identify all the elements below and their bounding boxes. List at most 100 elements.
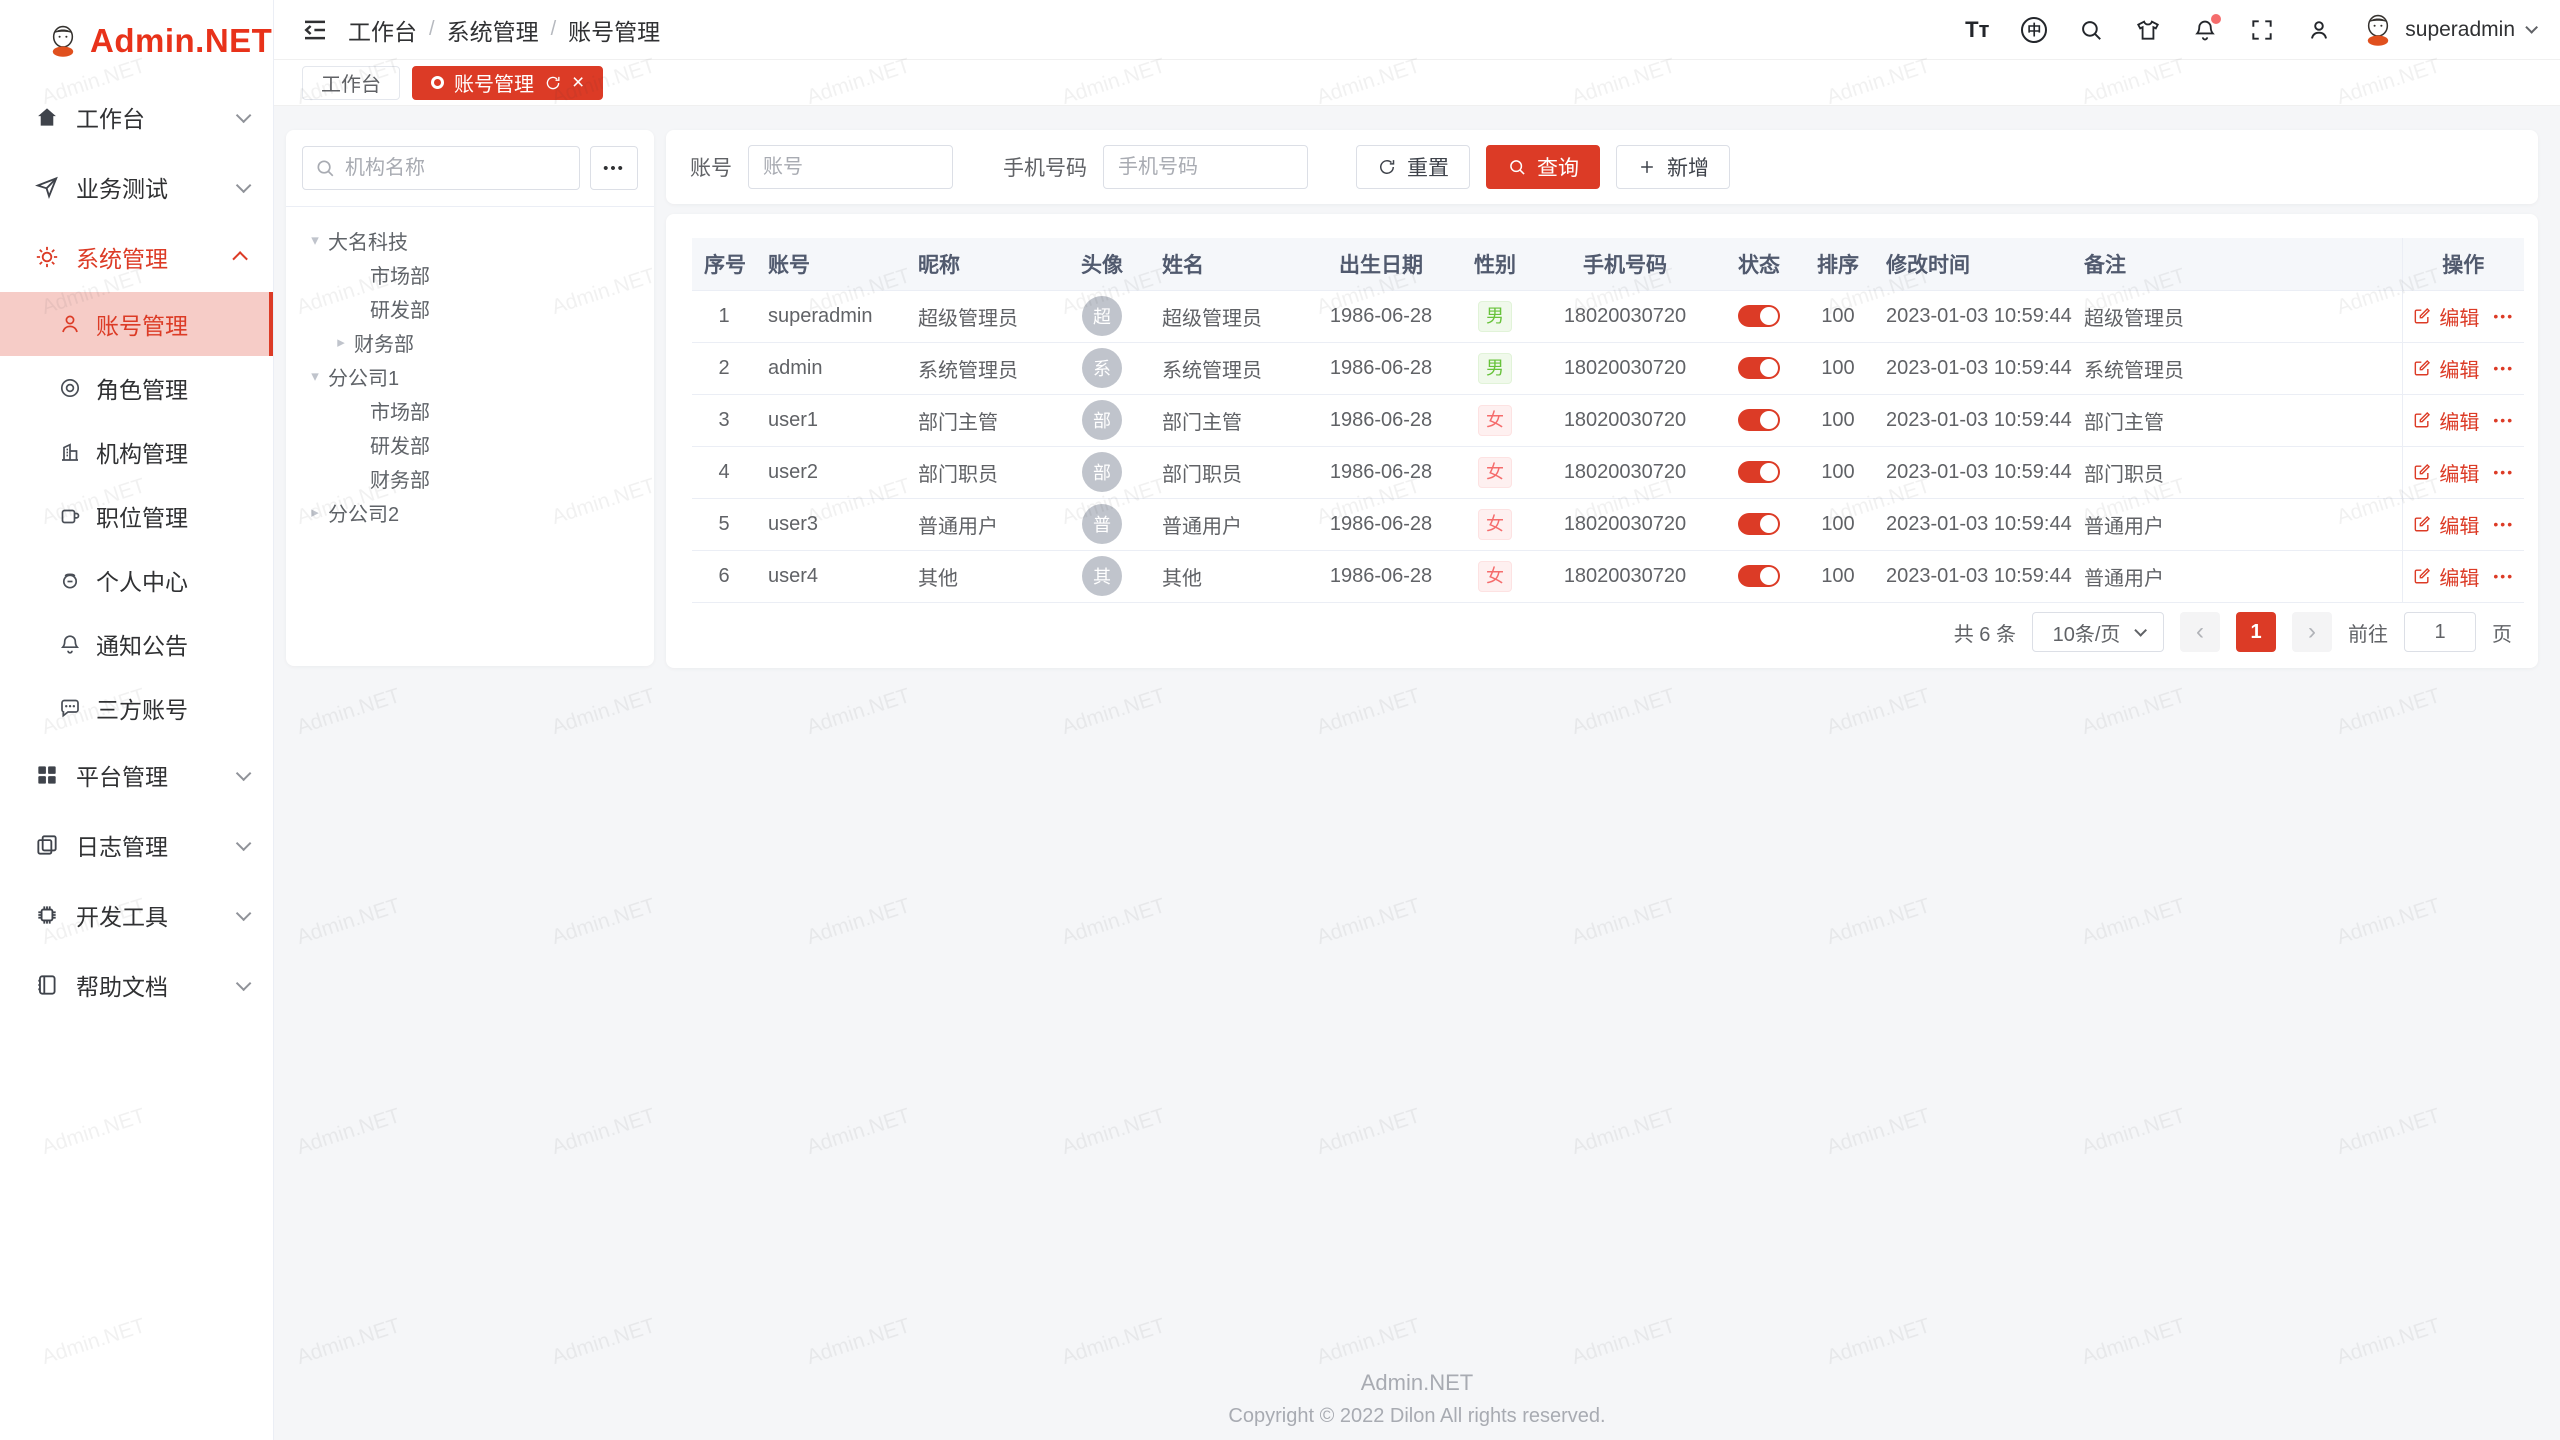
status-toggle[interactable] (1738, 513, 1780, 535)
tab-account-mgmt[interactable]: 账号管理 × (412, 66, 603, 100)
sidebar-item-notice[interactable]: 通知公告 (0, 612, 273, 676)
status-toggle[interactable] (1738, 409, 1780, 431)
col-gender: 性别 (1456, 238, 1534, 290)
fullscreen-icon[interactable] (2247, 15, 2277, 45)
account-input[interactable] (748, 145, 953, 189)
tree-node[interactable]: 研发部 (302, 291, 638, 325)
table-header-row: 序号 账号 昵称 头像 姓名 出生日期 性别 手机号码 状态 排序 修改时间 (692, 238, 2524, 290)
col-phone: 手机号码 (1534, 238, 1716, 290)
tree-node[interactable]: 财务部 (302, 461, 638, 495)
sidebar-item-log-mgmt[interactable]: 日志管理 (0, 810, 273, 880)
tab-workbench[interactable]: 工作台 (302, 66, 400, 100)
col-status: 状态 (1716, 238, 1802, 290)
tree-node[interactable]: 市场部 (302, 257, 638, 291)
sidebar-item-role-mgmt[interactable]: 角色管理 (0, 356, 273, 420)
query-button[interactable]: 查询 (1486, 145, 1600, 189)
tree-node[interactable]: ▾分公司1 (302, 359, 638, 393)
table-row: 3 user1 部门主管 部 部门主管 1986-06-28 女 1802003… (692, 394, 2524, 446)
avatar: 其 (1082, 556, 1122, 596)
tree-node[interactable]: 研发部 (302, 427, 638, 461)
breadcrumb-item[interactable]: 账号管理 (568, 13, 660, 47)
phone-input[interactable] (1103, 145, 1308, 189)
status-toggle[interactable] (1738, 565, 1780, 587)
sidebar-submenu: 账号管理 角色管理 机构管理 职位管理 个人中心 (0, 292, 273, 740)
status-toggle[interactable] (1738, 357, 1780, 379)
language-icon[interactable]: 中 (2019, 15, 2049, 45)
notification-icon[interactable] (2190, 15, 2220, 45)
tree-node[interactable]: 市场部 (302, 393, 638, 427)
font-size-icon[interactable]: Tᴛ (1962, 15, 1992, 45)
edit-button[interactable]: 编辑 (2412, 354, 2479, 383)
app-window: Admin.NET 工作台 业务测试 系统管理 账号管理 (0, 0, 2560, 1440)
avatar: 普 (1082, 504, 1122, 544)
caret-down-icon[interactable]: ▾ (302, 367, 328, 385)
edit-button[interactable]: 编辑 (2412, 510, 2479, 539)
sidebar-item-position-mgmt[interactable]: 职位管理 (0, 484, 273, 548)
more-actions-button[interactable]: ••• (2493, 464, 2514, 480)
caret-right-icon[interactable]: ▸ (302, 503, 328, 521)
tree-node[interactable]: ▸分公司2 (302, 495, 638, 529)
org-more-button[interactable]: ••• (590, 146, 638, 190)
goto-page-input[interactable] (2404, 612, 2476, 652)
table-row: 6 user4 其他 其 其他 1986-06-28 女 18020030720… (692, 550, 2524, 602)
breadcrumb-item[interactable]: 系统管理 (447, 13, 539, 47)
col-order: 排序 (1802, 238, 1874, 290)
send-icon (34, 174, 60, 200)
caret-down-icon[interactable]: ▾ (302, 231, 328, 249)
col-avatar: 头像 (1054, 238, 1150, 290)
sidebar-item-label: 帮助文档 (76, 968, 236, 1002)
table-row: 4 user2 部门职员 部 部门职员 1986-06-28 女 1802003… (692, 446, 2524, 498)
refresh-icon[interactable] (544, 74, 562, 92)
next-page-button[interactable]: › (2292, 612, 2332, 652)
caret-right-icon[interactable]: ▸ (328, 333, 354, 351)
more-actions-button[interactable]: ••• (2493, 568, 2514, 584)
chevron-down-icon (2135, 624, 2148, 637)
status-toggle[interactable] (1738, 305, 1780, 327)
book-icon (34, 972, 60, 998)
avatar: 部 (1082, 452, 1122, 492)
breadcrumb-item[interactable]: 工作台 (348, 13, 417, 47)
edit-button[interactable]: 编辑 (2412, 302, 2479, 331)
page-size-select[interactable]: 10条/页 (2032, 612, 2164, 652)
add-button[interactable]: 新增 (1616, 145, 1730, 189)
edit-button[interactable]: 编辑 (2412, 406, 2479, 435)
col-modified-time: 修改时间 (1874, 238, 2072, 290)
prev-page-button[interactable]: ‹ (2180, 612, 2220, 652)
sidebar-item-third-party-account[interactable]: 三方账号 (0, 676, 273, 740)
tree-node[interactable]: ▸财务部 (302, 325, 638, 359)
more-actions-button[interactable]: ••• (2493, 360, 2514, 376)
close-icon[interactable]: × (572, 72, 584, 93)
sidebar-item-system-mgmt[interactable]: 系统管理 (0, 222, 273, 292)
building-icon (58, 440, 82, 464)
edit-button[interactable]: 编辑 (2412, 562, 2479, 591)
search-icon[interactable] (2076, 15, 2106, 45)
sidebar-item-platform-mgmt[interactable]: 平台管理 (0, 740, 273, 810)
org-search-input[interactable] (302, 146, 580, 190)
reset-button[interactable]: 重置 (1356, 145, 1470, 189)
sidebar-item-account-mgmt[interactable]: 账号管理 (0, 292, 273, 356)
user-menu[interactable]: superadmin (2361, 13, 2534, 47)
sidebar-item-org-mgmt[interactable]: 机构管理 (0, 420, 273, 484)
more-actions-button[interactable]: ••• (2493, 412, 2514, 428)
sidebar-item-personal-center[interactable]: 个人中心 (0, 548, 273, 612)
plus-icon (1637, 157, 1657, 177)
edit-icon (2412, 410, 2432, 430)
tree-node[interactable]: ▾大名科技 (302, 223, 638, 257)
more-actions-button[interactable]: ••• (2493, 308, 2514, 324)
current-page[interactable]: 1 (2236, 612, 2276, 652)
edit-button[interactable]: 编辑 (2412, 458, 2479, 487)
sidebar-item-workbench[interactable]: 工作台 (0, 82, 273, 152)
menu-fold-icon[interactable] (300, 15, 330, 45)
theme-icon[interactable] (2133, 15, 2163, 45)
more-actions-button[interactable]: ••• (2493, 516, 2514, 532)
sidebar-item-business-test[interactable]: 业务测试 (0, 152, 273, 222)
col-remark: 备注 (2072, 238, 2402, 290)
profile-icon[interactable] (2304, 15, 2334, 45)
sidebar-item-label: 业务测试 (76, 170, 236, 204)
gender-badge: 男 (1478, 301, 1512, 332)
status-toggle[interactable] (1738, 461, 1780, 483)
sidebar-item-help-docs[interactable]: 帮助文档 (0, 950, 273, 1020)
header-toolbar: Tᴛ 中 superadmin (1962, 13, 2534, 47)
refresh-icon (1377, 157, 1397, 177)
sidebar-item-dev-tools[interactable]: 开发工具 (0, 880, 273, 950)
